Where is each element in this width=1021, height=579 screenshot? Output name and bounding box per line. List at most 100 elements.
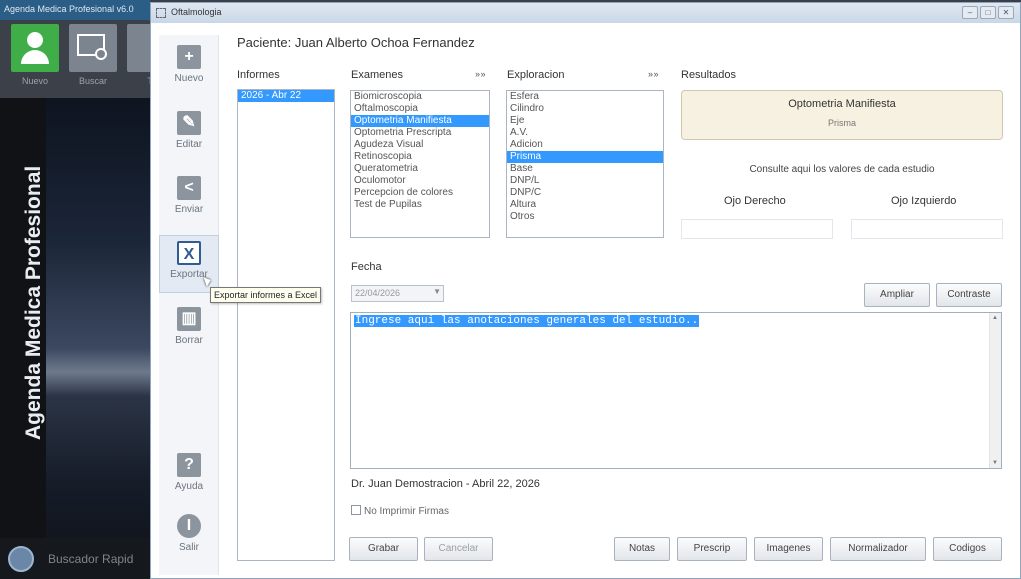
no-imprimir-checkbox[interactable]: No Imprimir Firmas [351,505,449,517]
examenes-item[interactable]: Oftalmoscopia [351,103,489,115]
result-card: Optometria Manifiesta Prisma [681,90,1003,140]
exploracion-item[interactable]: Base [507,163,663,175]
ojo-derecho-field[interactable] [681,219,833,239]
exploracion-list[interactable]: Esfera Cilindro Eje A.V. Adicion Prisma Base DN… [506,90,664,238]
imagenes-button[interactable]: Imagenes [754,537,823,561]
resultados-label: Resultados [681,69,737,81]
normalizador-button[interactable]: Normalizador [830,537,926,561]
exploracion-item[interactable]: DNP/C [507,187,663,199]
examenes-list[interactable]: Biomicroscopia Oftalmoscopia Optometria Ma… [350,90,490,238]
maximize-button[interactable]: □ [980,6,996,19]
ayuda-label: Ayuda [174,481,204,492]
examenes-item[interactable]: Optometria Manifiesta [351,115,489,127]
contraste-button[interactable]: Contraste [936,283,1002,307]
exploracion-item[interactable]: Altura [507,199,663,211]
magnifier-icon [8,546,34,572]
scroll-up-icon[interactable]: ▲ [990,315,1000,321]
bg-third-button[interactable]: Ti [126,24,150,94]
examenes-item[interactable]: Agudeza Visual [351,139,489,151]
ojo-derecho-label: Ojo Derecho [724,195,786,207]
ampliar-button[interactable]: Ampliar [864,283,930,307]
examenes-item[interactable]: Test de Pupilas [351,199,489,211]
examenes-item[interactable]: Queratometria [351,163,489,175]
power-icon: I [177,514,201,538]
background-toolbar: Nuevo Buscar Ti [0,20,150,98]
exploracion-item[interactable]: DNP/L [507,175,663,187]
exploracion-item[interactable]: Esfera [507,91,663,103]
enviar-button[interactable]: < Enviar [159,176,219,215]
no-imprimir-label: No Imprimir Firmas [364,506,449,517]
exploracion-expand-icon[interactable]: » » [648,69,658,79]
quick-search[interactable]: Buscador Rapid [0,538,150,579]
prescrip-button[interactable]: Prescrip [677,537,747,561]
scroll-down-icon[interactable]: ▼ [990,460,1000,466]
notes-textarea[interactable]: Ingrese aqui las anotaciones generales d… [350,312,1002,469]
fecha-picker[interactable]: 22/04/2026 ▼ [351,285,444,302]
result-card-title: Optometria Manifiesta [788,98,896,110]
results-hint: Consulte aqui los valores de cada estudi… [749,164,935,175]
export-tooltip: Exportar informes a Excel [210,287,322,303]
examenes-item[interactable]: Percepcion de colores [351,187,489,199]
window-controls: – □ ✕ [962,6,1014,19]
window-icon [156,8,166,18]
exploracion-item[interactable]: Adicion [507,139,663,151]
ayuda-button[interactable]: ? Ayuda [159,453,219,492]
editar-button[interactable]: ✎ Editar [159,111,219,150]
search-icon [69,24,117,72]
exploracion-label: Exploracion [507,69,565,81]
salir-button[interactable]: I Salir [159,514,219,553]
nuevo-label: Nuevo [174,73,204,84]
trash-icon: ▥ [177,307,201,331]
examenes-expand-icon[interactable]: » » [475,69,485,79]
notas-button[interactable]: Notas [614,537,670,561]
nuevo-button[interactable]: + Nuevo [159,45,219,84]
grabar-button[interactable]: Grabar [349,537,418,561]
result-card-subtitle: Prisma [827,118,856,128]
person-add-icon [11,24,59,72]
quick-search-label: Buscador Rapid [48,552,134,566]
minimize-button[interactable]: – [962,6,978,19]
exploracion-item[interactable]: Eje [507,115,663,127]
exploracion-item[interactable]: Prisma [507,151,663,163]
edit-icon: ✎ [177,111,201,135]
background-app: Agenda Medica Profesional v6.0 Nuevo Bus… [0,0,150,579]
cancelar-button[interactable]: Cancelar [424,537,493,561]
plus-icon: + [177,45,201,69]
bg-nuevo-button[interactable]: Nuevo [10,24,60,94]
chevron-down-icon: ▼ [433,287,441,296]
borrar-label: Borrar [175,335,203,346]
salir-label: Salir [178,542,199,553]
app-vertical-title: Agenda Medica Profesional [22,165,45,440]
ojo-izquierdo-field[interactable] [851,219,1003,239]
examenes-item[interactable]: Retinoscopia [351,151,489,163]
help-icon: ? [177,453,201,477]
close-button[interactable]: ✕ [998,6,1014,19]
calendar-icon [127,24,150,72]
informes-list[interactable]: 2026 - Abr 22 [237,89,335,561]
examenes-item[interactable]: Biomicroscopia [351,91,489,103]
informes-label: Informes [237,69,280,81]
exploracion-item[interactable]: Cilindro [507,103,663,115]
fecha-label: Fecha [351,261,382,273]
borrar-button[interactable]: ▥ Borrar [159,307,219,346]
enviar-label: Enviar [174,204,204,215]
bg-buscar-button[interactable]: Buscar [68,24,118,94]
informes-item[interactable]: 2026 - Abr 22 [238,90,334,102]
action-sidebar: + Nuevo ✎ Editar < Enviar X Exportar ▥ B… [159,35,219,575]
share-icon: < [177,176,201,200]
notes-text: Ingrese aqui las anotaciones generales d… [354,315,700,327]
exploracion-item[interactable]: A.V. [507,127,663,139]
window-titlebar[interactable]: Oftalmologia – □ ✕ [151,3,1020,23]
bg-nuevo-label: Nuevo [21,76,48,86]
editar-label: Editar [175,139,203,150]
bg-buscar-label: Buscar [78,76,107,86]
examenes-item[interactable]: Oculomotor [351,175,489,187]
ojo-izquierdo-label: Ojo Izquierdo [891,195,957,207]
exploracion-item[interactable]: Otros [507,211,663,223]
notes-scrollbar[interactable]: ▲ ▼ [989,313,1001,468]
codigos-button[interactable]: Codigos [933,537,1002,561]
exportar-label: Exportar [170,269,208,280]
checkbox-box[interactable] [351,505,361,515]
examenes-item[interactable]: Optometria Prescripta [351,127,489,139]
fecha-value: 22/04/2026 [355,288,401,298]
